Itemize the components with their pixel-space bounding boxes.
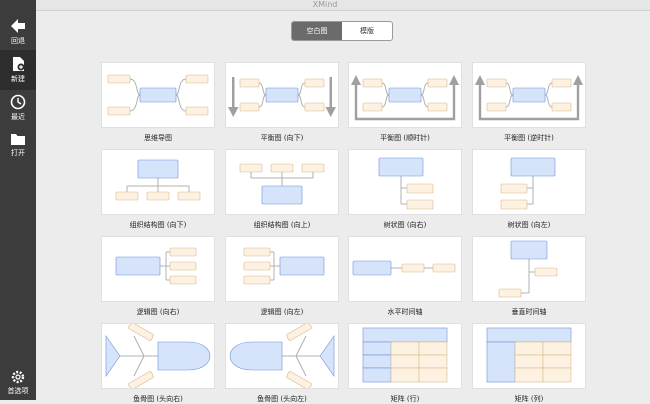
template-card-logic-left[interactable]: 逻辑图 (向左) <box>226 237 338 317</box>
template-label: 平衡图 (顺时针) <box>380 134 430 142</box>
back-button[interactable]: 回退 <box>0 12 36 52</box>
template-label: 组织结构图 (向下) <box>129 221 187 229</box>
template-card-balance-counterclockwise[interactable]: 平衡图 (逆时针) <box>473 63 585 143</box>
title-bar: XMind <box>0 0 650 11</box>
clock-icon <box>10 94 26 110</box>
template-label: 逻辑图 (向左) <box>260 308 304 316</box>
template-label: 思维导图 <box>144 134 172 142</box>
template-card-matrix-row[interactable]: 矩阵 (行) <box>349 324 461 404</box>
mindmap-icon <box>102 63 214 127</box>
template-label: 矩阵 (行) <box>390 395 420 403</box>
open-button[interactable]: 打开 <box>0 126 36 166</box>
template-label: 水平时间轴 <box>387 308 423 316</box>
template-card-matrix-column[interactable]: 矩阵 (列) <box>473 324 585 404</box>
org-chart-up-icon <box>226 150 338 214</box>
fishbone-right-icon <box>102 324 214 388</box>
folder-icon <box>11 134 25 145</box>
sidebar: 回退 新建 最近 打开 首选项 <box>0 0 36 400</box>
template-card-balance-down[interactable]: 平衡图 (向下) <box>226 63 338 143</box>
matrix-column-icon <box>473 324 585 388</box>
template-card-balance-clockwise[interactable]: 平衡图 (顺时针) <box>349 63 461 143</box>
matrix-row-icon <box>349 324 461 388</box>
template-label: 鱼骨图 (头向右) <box>133 395 183 403</box>
new-button[interactable]: 新建 <box>0 50 36 90</box>
new-document-icon <box>13 57 25 71</box>
balance-counterclockwise-icon <box>473 63 585 127</box>
org-chart-down-icon <box>102 150 214 214</box>
template-card-tree-left[interactable]: 树状图 (向左) <box>473 150 585 230</box>
tab-template[interactable]: 模版 <box>342 22 392 40</box>
template-card-timeline-horizontal[interactable]: 水平时间轴 <box>349 237 461 317</box>
fishbone-left-icon <box>226 324 338 388</box>
preferences-label: 首选项 <box>7 387 29 395</box>
template-label: 树状图 (向右) <box>383 221 427 229</box>
tree-right-icon <box>349 150 461 214</box>
template-label: 平衡图 (逆时针) <box>504 134 554 142</box>
timeline-horizontal-icon <box>349 237 461 301</box>
template-card-fishbone-left[interactable]: 鱼骨图 (头向左) <box>226 324 338 404</box>
gear-icon <box>11 370 25 384</box>
template-card-org-chart-down[interactable]: 组织结构图 (向下) <box>102 150 214 230</box>
template-card-fishbone-right[interactable]: 鱼骨图 (头向右) <box>102 324 214 404</box>
main-panel: 空白图 模版 思维导图 平衡图 (向下) 平衡图 (顺时针) 平衡图 (逆时针)… <box>36 11 650 403</box>
back-arrow-icon <box>11 19 25 33</box>
recent-button[interactable]: 最近 <box>0 88 36 128</box>
balance-down-icon <box>226 63 338 127</box>
template-label: 平衡图 (向下) <box>260 134 304 142</box>
preferences-button[interactable]: 首选项 <box>0 364 36 404</box>
balance-clockwise-icon <box>349 63 461 127</box>
template-label: 组织结构图 (向上) <box>253 221 311 229</box>
mode-switch: 空白图 模版 <box>291 21 393 41</box>
back-label: 回退 <box>11 37 25 45</box>
template-card-tree-right[interactable]: 树状图 (向右) <box>349 150 461 230</box>
logic-left-icon <box>226 237 338 301</box>
window-title: XMind <box>312 0 338 9</box>
template-card-mindmap[interactable]: 思维导图 <box>102 63 214 143</box>
template-label: 鱼骨图 (头向左) <box>257 395 307 403</box>
template-card-org-chart-up[interactable]: 组织结构图 (向上) <box>226 150 338 230</box>
tab-blank[interactable]: 空白图 <box>292 22 342 40</box>
template-label: 垂直时间轴 <box>511 308 547 316</box>
template-card-logic-right[interactable]: 逻辑图 (向右) <box>102 237 214 317</box>
recent-label: 最近 <box>11 113 25 121</box>
template-card-timeline-vertical[interactable]: 垂直时间轴 <box>473 237 585 317</box>
template-label: 矩阵 (列) <box>514 395 544 403</box>
template-label: 逻辑图 (向右) <box>136 308 180 316</box>
new-label: 新建 <box>11 75 25 83</box>
template-label: 树状图 (向左) <box>507 221 551 229</box>
tree-left-icon <box>473 150 585 214</box>
logic-right-icon <box>102 237 214 301</box>
open-label: 打开 <box>11 149 25 157</box>
timeline-vertical-icon <box>473 237 585 301</box>
